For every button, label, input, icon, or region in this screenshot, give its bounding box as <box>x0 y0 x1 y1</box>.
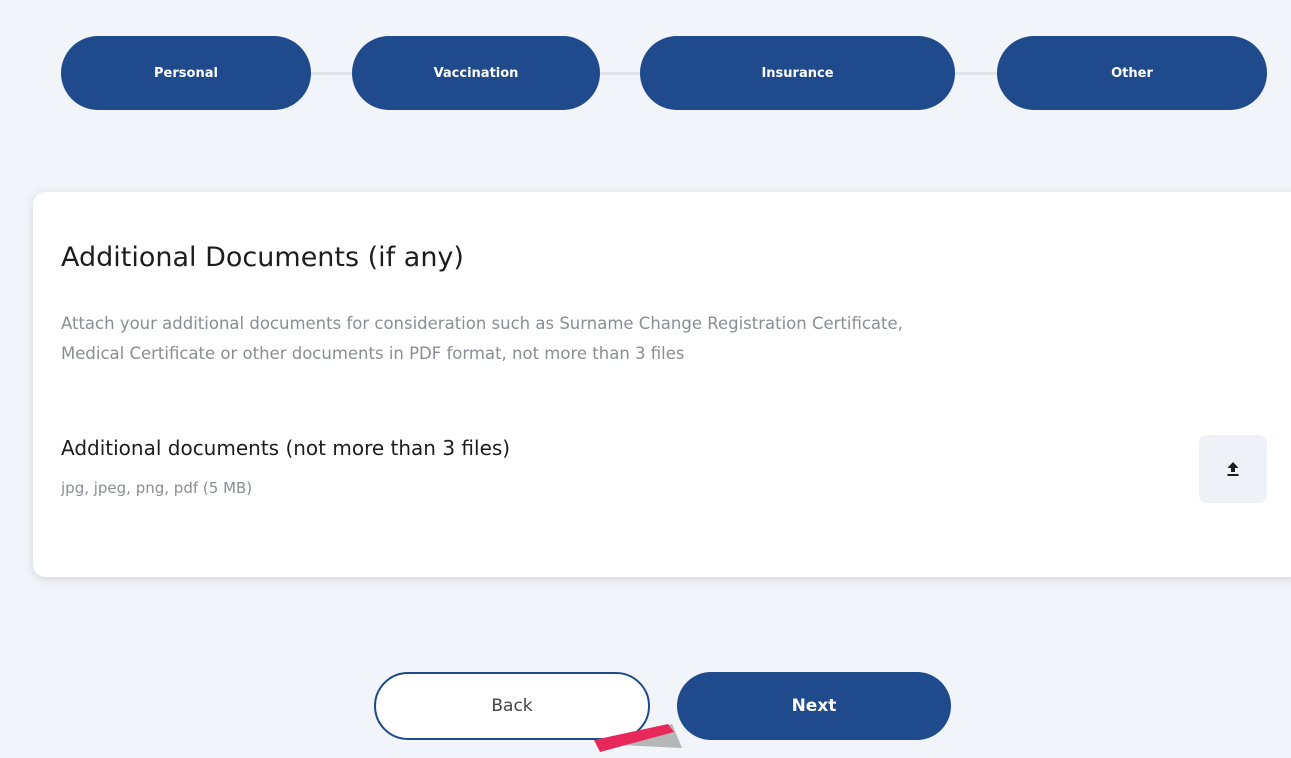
step-label: Personal <box>154 65 218 81</box>
step-label: Other <box>1111 65 1153 81</box>
upload-icon <box>1227 462 1239 476</box>
next-button-label: Next <box>791 696 837 716</box>
section-title: Additional Documents (if any) <box>61 242 464 273</box>
step-other[interactable]: Other <box>997 36 1267 110</box>
upload-button[interactable] <box>1199 435 1267 503</box>
progress-stepper: Personal Vaccination Insurance Other <box>0 0 1291 140</box>
step-personal[interactable]: Personal <box>61 36 311 110</box>
additional-documents-card: Additional Documents (if any) Attach you… <box>33 192 1291 577</box>
step-label: Insurance <box>761 65 834 81</box>
pointer-arrow-icon <box>594 724 682 752</box>
description-line: Medical Certificate or other documents i… <box>61 344 685 363</box>
description-line: Attach your additional documents for con… <box>61 314 903 333</box>
upload-field-label: Additional documents (not more than 3 fi… <box>61 436 511 460</box>
next-button[interactable]: Next <box>677 672 951 740</box>
section-description: Attach your additional documents for con… <box>61 309 1271 369</box>
step-insurance[interactable]: Insurance <box>640 36 955 110</box>
back-button-label: Back <box>491 696 533 716</box>
step-label: Vaccination <box>433 65 519 81</box>
upload-file-hint: jpg, jpeg, png, pdf (5 MB) <box>61 479 253 497</box>
step-vaccination[interactable]: Vaccination <box>352 36 600 110</box>
